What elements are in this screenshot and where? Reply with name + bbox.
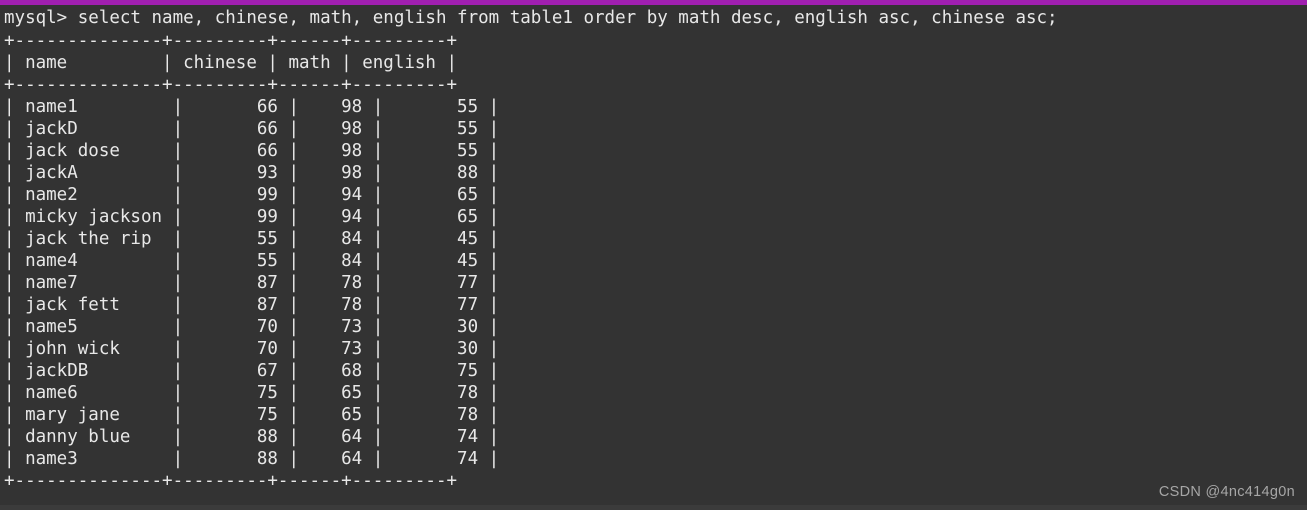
table-row: | john wick | 70 | 73 | 30 | [4, 339, 500, 359]
console-output-area[interactable]: mysql> select name, chinese, math, engli… [0, 5, 1307, 505]
bottom-accent-bar [0, 505, 1307, 510]
table-row: | jack fett | 87 | 78 | 77 | [4, 295, 500, 315]
table-row: | name2 | 99 | 94 | 65 | [4, 185, 500, 205]
table-header-row: | name | chinese | math | english | [4, 53, 458, 73]
table-header-separator: +--------------+---------+------+-------… [4, 75, 458, 95]
table-row: | name5 | 70 | 73 | 30 | [4, 317, 500, 337]
table-top-border: +--------------+---------+------+-------… [4, 31, 458, 51]
table-row: | name1 | 66 | 98 | 55 | [4, 97, 500, 117]
csdn-watermark: CSDN @4nc414g0n [1158, 484, 1295, 500]
table-row: | jack the rip | 55 | 84 | 45 | [4, 229, 500, 249]
table-row: | jackA | 93 | 98 | 88 | [4, 163, 500, 183]
table-row: | jack dose | 66 | 98 | 55 | [4, 141, 500, 161]
terminal-window: mysql> select name, chinese, math, engli… [0, 0, 1307, 510]
table-row: | danny blue | 88 | 64 | 74 | [4, 427, 500, 447]
table-rows-container: | name1 | 66 | 98 | 55 | | jackD | 66 | 9… [0, 96, 1307, 470]
table-row: | name6 | 75 | 65 | 78 | [4, 383, 500, 403]
table-row: | mary jane | 75 | 65 | 78 | [4, 405, 500, 425]
mysql-prompt-line: mysql> select name, chinese, math, engli… [4, 8, 1058, 28]
table-row: | jackDB | 67 | 68 | 75 | [4, 361, 500, 381]
table-row: | name7 | 87 | 78 | 77 | [4, 273, 500, 293]
table-row: | name4 | 55 | 84 | 45 | [4, 251, 500, 271]
table-row: | micky jackson | 99 | 94 | 65 | [4, 207, 500, 227]
table-row: | name3 | 88 | 64 | 74 | [4, 449, 500, 469]
table-bottom-border: +--------------+---------+------+-------… [4, 471, 458, 491]
table-row: | jackD | 66 | 98 | 55 | [4, 119, 500, 139]
